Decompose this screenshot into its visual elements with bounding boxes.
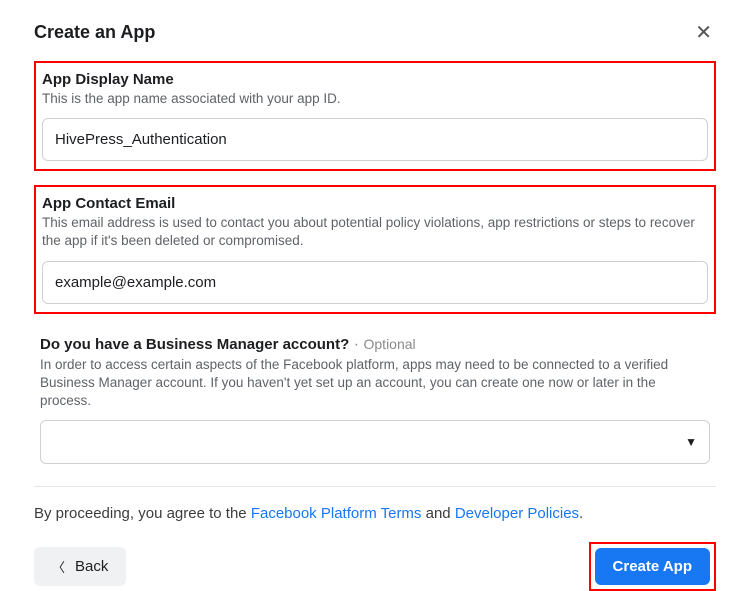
create-app-highlight: Create App <box>589 542 716 591</box>
terms-prefix: By proceeding, you agree to the <box>34 505 251 522</box>
create-app-modal: Create an App ✕ App Display Name This is… <box>0 0 750 591</box>
chevron-left-icon: 〈 <box>52 557 65 576</box>
close-icon[interactable]: ✕ <box>691 16 716 49</box>
back-button[interactable]: 〈 Back <box>34 547 126 586</box>
back-button-label: Back <box>75 558 108 575</box>
app-contact-email-label: App Contact Email <box>42 195 708 212</box>
business-manager-select[interactable]: ▼ <box>40 420 710 464</box>
create-app-button[interactable]: Create App <box>595 548 710 585</box>
modal-footer: 〈 Back Create App <box>34 542 716 591</box>
business-manager-optional: Optional <box>364 336 416 352</box>
modal-title: Create an App <box>34 22 155 43</box>
app-contact-email-input[interactable] <box>42 261 708 304</box>
business-manager-label: Do you have a Business Manager account? <box>40 336 349 353</box>
developer-policies-link[interactable]: Developer Policies <box>455 505 579 522</box>
terms-text: By proceeding, you agree to the Facebook… <box>34 505 716 522</box>
modal-header: Create an App ✕ <box>34 16 716 61</box>
app-display-name-desc: This is the app name associated with you… <box>42 90 708 108</box>
app-display-name-section: App Display Name This is the app name as… <box>34 61 716 171</box>
business-manager-desc: In order to access certain aspects of th… <box>40 356 710 411</box>
dot-separator: · <box>354 336 364 353</box>
app-display-name-input[interactable] <box>42 118 708 161</box>
app-contact-email-desc: This email address is used to contact yo… <box>42 214 708 250</box>
terms-suffix: . <box>579 505 583 522</box>
caret-down-icon: ▼ <box>685 435 697 449</box>
facebook-platform-terms-link[interactable]: Facebook Platform Terms <box>251 505 422 522</box>
terms-mid: and <box>421 505 454 522</box>
app-contact-email-section: App Contact Email This email address is … <box>34 185 716 313</box>
business-manager-heading: Do you have a Business Manager account? … <box>40 336 710 354</box>
app-display-name-label: App Display Name <box>42 71 708 88</box>
business-manager-section: Do you have a Business Manager account? … <box>34 328 716 473</box>
divider <box>34 486 716 487</box>
